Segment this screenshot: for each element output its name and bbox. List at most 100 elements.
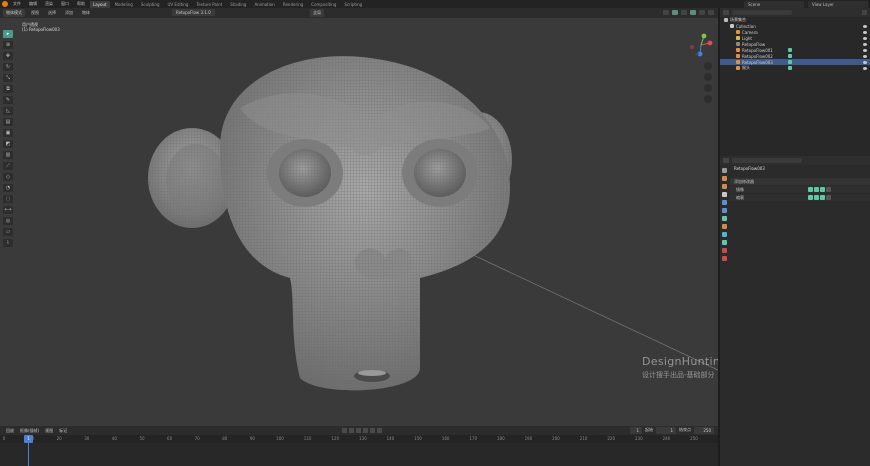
tab-layout[interactable]: Layout bbox=[90, 0, 110, 8]
properties-tabs bbox=[720, 165, 728, 261]
xray-icon[interactable] bbox=[672, 10, 678, 15]
tab-sculpting[interactable]: Sculpting bbox=[138, 1, 163, 8]
menu-edit[interactable]: 编辑 bbox=[26, 1, 40, 7]
object-type-icon bbox=[736, 42, 740, 46]
properties-tab-icon[interactable] bbox=[721, 192, 727, 197]
end-frame-field[interactable]: 250 bbox=[694, 427, 714, 434]
tab-modeling[interactable]: Modeling bbox=[112, 1, 136, 8]
retopoflow-button[interactable]: RetopoFlow 3.1.0 bbox=[172, 9, 215, 16]
transform-orientation[interactable]: 全局 bbox=[310, 9, 324, 17]
solid-shading-icon[interactable] bbox=[690, 10, 696, 15]
scene-selector[interactable]: Scene bbox=[744, 1, 804, 8]
properties-tab-icon[interactable] bbox=[721, 168, 727, 173]
tab-animation[interactable]: Animation bbox=[251, 1, 277, 8]
outliner-display-mode-icon[interactable] bbox=[723, 10, 729, 15]
monkey-head-mesh[interactable] bbox=[140, 38, 530, 398]
viewport-toggle-icon[interactable] bbox=[814, 195, 819, 200]
menu-select[interactable]: 选择 bbox=[45, 10, 59, 16]
viewport-nav-buttons bbox=[704, 62, 712, 103]
tab-rendering[interactable]: Rendering bbox=[280, 1, 306, 8]
menu-help[interactable]: 帮助 bbox=[74, 1, 88, 7]
next-keyframe-icon[interactable] bbox=[370, 428, 375, 433]
menu-object[interactable]: 物体 bbox=[79, 10, 93, 16]
blender-logo-icon[interactable] bbox=[2, 1, 8, 7]
filter-icon[interactable] bbox=[862, 10, 867, 15]
wireframe-shading-icon[interactable] bbox=[681, 10, 687, 15]
jump-start-icon[interactable] bbox=[342, 428, 347, 433]
properties-tab-icon[interactable] bbox=[721, 208, 727, 213]
render-toggle-icon[interactable] bbox=[820, 195, 825, 200]
play-icon[interactable] bbox=[363, 428, 368, 433]
properties-tab-icon[interactable] bbox=[721, 232, 727, 237]
properties-tab-icon[interactable] bbox=[721, 200, 727, 205]
play-reverse-icon[interactable] bbox=[356, 428, 361, 433]
outliner-search-input[interactable] bbox=[732, 10, 792, 15]
perspective-toggle-icon[interactable] bbox=[704, 95, 712, 103]
menu-view[interactable]: 视图 bbox=[28, 10, 42, 16]
timeline-menu-playback[interactable]: 回放 bbox=[6, 428, 14, 434]
ruler-tick-label: 110 bbox=[303, 436, 312, 441]
menu-add[interactable]: 添加 bbox=[62, 10, 76, 16]
mode-selector[interactable]: 物体模式 bbox=[3, 9, 25, 17]
timeline-menu-view[interactable]: 视图 bbox=[45, 428, 53, 434]
frame-ruler[interactable]: 0102030405060708090100110120130140150160… bbox=[0, 435, 718, 443]
start-frame-field[interactable]: 1 bbox=[656, 427, 676, 434]
render-toggle-icon[interactable] bbox=[820, 187, 825, 192]
visibility-eye-icon[interactable] bbox=[863, 36, 867, 40]
rendered-shading-icon[interactable] bbox=[708, 10, 714, 15]
visibility-eye-icon[interactable] bbox=[863, 24, 867, 28]
properties-tab-icon[interactable] bbox=[721, 248, 727, 253]
playhead[interactable]: 1 bbox=[24, 435, 33, 443]
navigation-gizmo-icon[interactable] bbox=[688, 32, 714, 58]
material-shading-icon[interactable] bbox=[699, 10, 705, 15]
viewport-toggle-icon[interactable] bbox=[814, 187, 819, 192]
modifier-mirror[interactable]: 镜像 bbox=[730, 186, 870, 193]
properties-tab-icon[interactable] bbox=[721, 240, 727, 245]
modifier-menu-icon[interactable] bbox=[826, 195, 831, 200]
outliner-item-label: Light bbox=[742, 35, 752, 41]
visibility-eye-icon[interactable] bbox=[863, 66, 867, 70]
jump-end-icon[interactable] bbox=[377, 428, 382, 433]
modifier-menu-icon[interactable] bbox=[826, 187, 831, 192]
tab-uv-editing[interactable]: UV Editing bbox=[165, 1, 192, 8]
timeline-menu-marker[interactable]: 标记 bbox=[59, 428, 67, 434]
timeline-menu-keying[interactable]: 抠像(插帧) bbox=[20, 428, 39, 434]
view-layer-selector[interactable]: View Layer bbox=[808, 1, 868, 8]
3d-viewport[interactable]: 用户透视 (1) RetopoFlow003 ▸ ⊕ ✥ ↻ ⤡ ⧉ ✎ ◺ ▤… bbox=[0, 18, 718, 426]
properties-search-input[interactable] bbox=[732, 158, 802, 163]
properties-tab-icon[interactable] bbox=[721, 224, 727, 229]
modifier-mirror-label: 镜像 bbox=[736, 186, 744, 192]
tab-texture-paint[interactable]: Texture Paint bbox=[193, 1, 225, 8]
tab-shading[interactable]: Shading bbox=[227, 1, 249, 8]
menu-window[interactable]: 窗口 bbox=[58, 1, 72, 7]
visibility-eye-icon[interactable] bbox=[863, 30, 867, 34]
properties-tab-icon[interactable] bbox=[721, 256, 727, 261]
ruler-tick-label: 220 bbox=[607, 436, 616, 441]
prev-keyframe-icon[interactable] bbox=[349, 428, 354, 433]
properties-editor-icon[interactable] bbox=[723, 158, 729, 163]
visibility-eye-icon[interactable] bbox=[863, 54, 867, 58]
outliner-item-label: RetopoFlow bbox=[742, 41, 766, 47]
properties-tab-icon[interactable] bbox=[721, 184, 727, 189]
menu-render[interactable]: 渲染 bbox=[42, 1, 56, 7]
visibility-eye-icon[interactable] bbox=[863, 60, 867, 64]
visibility-eye-icon[interactable] bbox=[863, 42, 867, 46]
pan-hand-icon[interactable] bbox=[704, 73, 712, 81]
current-frame-field[interactable]: 1 bbox=[630, 427, 642, 434]
properties-tab-icon[interactable] bbox=[721, 216, 727, 221]
modifier-shrinkwrap[interactable]: 缩裹 bbox=[730, 194, 870, 201]
modifier-wrench-icon bbox=[788, 66, 792, 70]
edit-mode-toggle-icon[interactable] bbox=[808, 187, 813, 192]
add-modifier-button[interactable]: 添加修改器 bbox=[730, 178, 870, 185]
properties-tab-icon[interactable] bbox=[721, 176, 727, 181]
tab-compositing[interactable]: Compositing bbox=[308, 1, 339, 8]
overlay-icon[interactable] bbox=[663, 10, 669, 15]
watermark: DesignHunting 设计搜手出品-基础部分 bbox=[642, 355, 718, 380]
outliner-item[interactable]: 猴头 bbox=[720, 65, 870, 71]
tab-scripting[interactable]: Scripting bbox=[341, 1, 365, 8]
menu-file[interactable]: 文件 bbox=[10, 1, 24, 7]
visibility-eye-icon[interactable] bbox=[863, 48, 867, 52]
zoom-icon[interactable] bbox=[704, 62, 712, 70]
camera-view-icon[interactable] bbox=[704, 84, 712, 92]
edit-mode-toggle-icon[interactable] bbox=[808, 195, 813, 200]
